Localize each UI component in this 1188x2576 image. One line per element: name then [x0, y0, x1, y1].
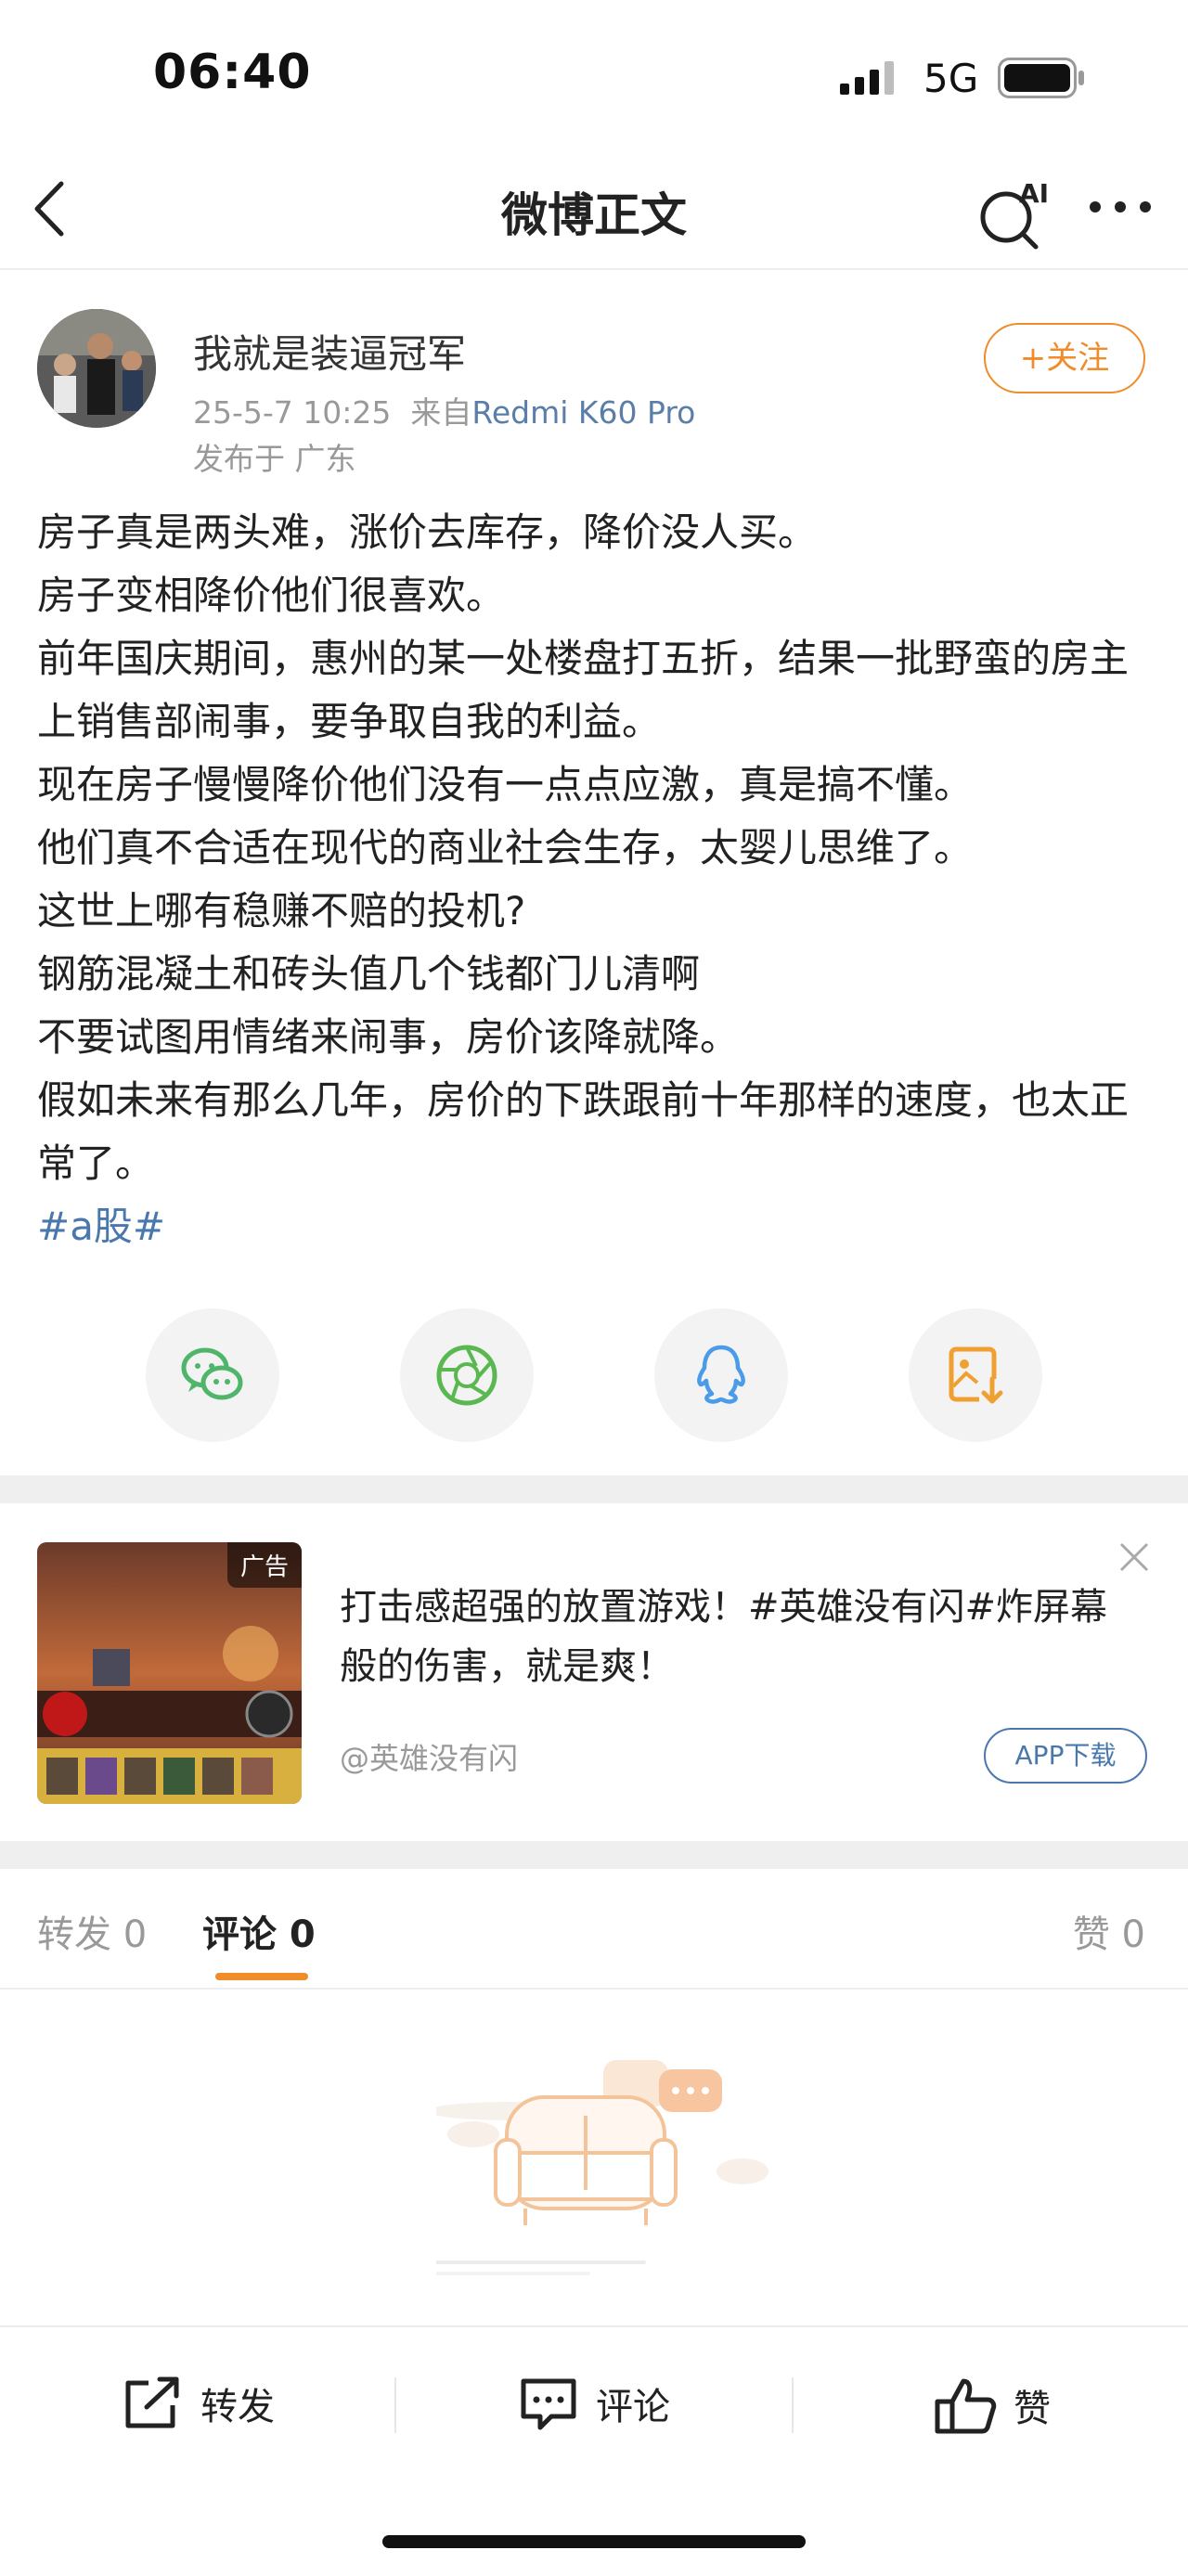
comment-label: 评论: [596, 2386, 670, 2428]
thumbs-up-icon: [935, 2378, 997, 2434]
author-name[interactable]: 我就是装逼冠军: [193, 323, 466, 380]
post-line: 现在房子慢慢降价他们没有一点点应激，真是搞不懂。: [37, 762, 974, 807]
ad-image[interactable]: 广告: [37, 1542, 302, 1804]
ad-account[interactable]: @英雄没有闪: [340, 1735, 518, 1778]
section-gap: [0, 1475, 1188, 1503]
post-line: 前年国庆期间，惠州的某一处楼盘打五折，结果一批野蛮的房主上销售部闹事，要争取自我…: [37, 636, 1130, 744]
tab-repost[interactable]: 转发 0: [37, 1904, 147, 1958]
follow-button[interactable]: +关注: [984, 323, 1145, 393]
hashtag-link[interactable]: #a股#: [37, 1195, 1151, 1258]
like-label: 赞: [1014, 2388, 1051, 2430]
close-icon[interactable]: [1116, 1539, 1153, 1579]
post-line: 房子变相降价他们很喜欢。: [37, 573, 506, 618]
network-label: 5G: [923, 56, 979, 101]
repost-label: 转发: [200, 2386, 275, 2428]
avatar[interactable]: [37, 309, 156, 428]
home-indicator: [382, 2535, 806, 2548]
post-line: 房子真是两头难，涨价去库存，降价没人买。: [37, 509, 818, 555]
signal-icon: [840, 61, 899, 98]
status-time: 06:40: [153, 45, 312, 100]
tab-likes[interactable]: 赞 0: [1073, 1904, 1145, 1958]
ai-label: AI: [1019, 178, 1049, 209]
battery-icon: [998, 58, 1087, 102]
comment-button[interactable]: 评论: [516, 2376, 670, 2431]
post-line: 这世上哪有稳赚不赔的投机?: [37, 888, 526, 934]
post-line: 钢筋混凝土和砖头值几个钱都门儿清啊: [37, 951, 701, 997]
empty-comments-illustration: [368, 2041, 770, 2286]
device-link[interactable]: Redmi K60 Pro: [471, 394, 695, 431]
share-qq-button[interactable]: [654, 1308, 788, 1442]
save-image-icon: [949, 1346, 1005, 1405]
repost-button[interactable]: 转发: [121, 2376, 275, 2431]
post-line: 不要试图用情绪来闹事，房价该降就降。: [37, 1014, 740, 1060]
ad-text[interactable]: 打击感超强的放置游戏！#英雄没有闪#炸屏幕般的伤害，就是爽！: [340, 1578, 1138, 1696]
tab-comments[interactable]: 评论 0: [202, 1904, 316, 1958]
comment-icon: [521, 2378, 576, 2430]
nav-divider: [0, 268, 1188, 270]
repost-icon: [125, 2376, 179, 2428]
qq-icon: [697, 1345, 745, 1404]
post-date: 25-5-7 10:25: [193, 394, 392, 431]
post-line: 他们真不合适在现代的商业社会生存，太婴儿思维了。: [37, 825, 974, 870]
ai-search-icon[interactable]: AI: [976, 176, 1051, 254]
like-button[interactable]: 赞: [934, 2376, 1051, 2435]
post-body: 房子真是两头难，涨价去库存，降价没人买。 房子变相降价他们很喜欢。 前年国庆期间…: [37, 501, 1151, 1258]
post-location: 发布于 广东: [193, 441, 356, 477]
bottom-separator: [394, 2377, 396, 2433]
ad-badge: 广告: [226, 1542, 302, 1588]
wechat-icon: [181, 1347, 243, 1400]
bottom-separator: [792, 2377, 794, 2433]
moments-icon: [436, 1345, 497, 1406]
source-prefix: 来自: [410, 394, 472, 431]
share-moments-button[interactable]: [400, 1308, 534, 1442]
post-meta: 25-5-7 10:25 来自Redmi K60 Pro: [193, 388, 695, 432]
section-gap: [0, 1841, 1188, 1869]
tabs-divider: [0, 1988, 1188, 1990]
post-line: 假如未来有那么几年，房价的下跌跟前十年那样的速度，也太正常了。: [37, 1077, 1130, 1186]
share-wechat-button[interactable]: [146, 1308, 279, 1442]
save-image-button[interactable]: [909, 1308, 1042, 1442]
active-tab-indicator: [215, 1973, 308, 1980]
more-options-icon[interactable]: [1088, 200, 1153, 218]
app-download-button[interactable]: APP下载: [984, 1728, 1147, 1784]
